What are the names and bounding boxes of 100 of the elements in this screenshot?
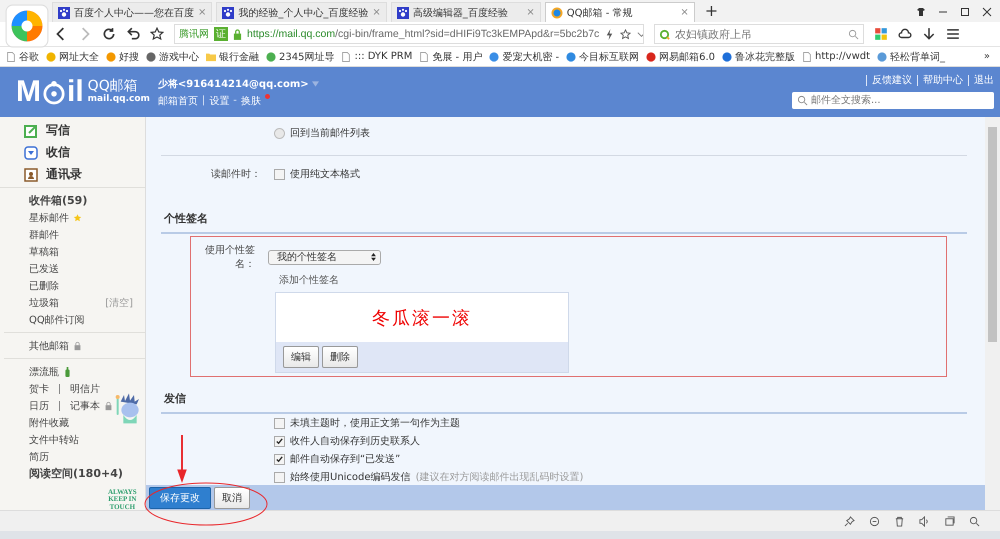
bookmark-item[interactable]: 免展 - 用户 [419, 50, 482, 64]
close-icon[interactable] [982, 7, 992, 17]
nav-link[interactable]: 换肤 [240, 94, 261, 108]
folder-link[interactable]: 草稿箱 [29, 244, 59, 258]
folder-link[interactable]: 已删除 [29, 278, 59, 292]
cloud-icon[interactable] [898, 27, 912, 41]
signature-button[interactable]: 编辑 [283, 346, 319, 368]
bookmark-item[interactable]: 鲁冰花完整版 [722, 50, 796, 64]
bookmark-item[interactable]: 谷歌 [6, 50, 39, 64]
folder-link[interactable]: 群邮件 [29, 228, 59, 242]
browser-tab[interactable]: 百度个人中心——您在百度 × [52, 2, 212, 22]
undo-icon[interactable] [126, 27, 140, 41]
browser-tab[interactable]: 高级编辑器_百度经验 × [390, 2, 541, 22]
star-icon[interactable] [150, 27, 164, 41]
folder-icon [206, 52, 216, 62]
bookmark-item[interactable]: 今目标互联网 [566, 50, 640, 64]
browser-logo-icon[interactable] [5, 4, 49, 48]
nav-link[interactable]: 邮箱首页 [158, 94, 198, 108]
bookmark-item[interactable]: 网址大全 [46, 50, 99, 64]
bookmark-item[interactable]: 2345网址导 [266, 50, 334, 64]
bookmark-item[interactable]: 游戏中心 [146, 50, 199, 64]
signature-button[interactable]: 删除 [322, 346, 358, 368]
app-link[interactable]: 漂流瓶 [29, 364, 59, 378]
site-icon [646, 52, 656, 62]
inbox-icon [24, 146, 38, 160]
browser-tab[interactable]: QQ邮箱 - 常规 × [544, 2, 695, 22]
page-icon [419, 52, 430, 62]
bookmark-item[interactable]: http://vwdt [802, 51, 870, 62]
star-icon[interactable] [620, 28, 632, 40]
cancel-button[interactable]: 取消 [214, 486, 250, 508]
folder-link[interactable]: 其他邮箱 [29, 338, 69, 352]
save-button[interactable]: 保存更改 [149, 486, 211, 508]
app-link[interactable]: 记事本 [70, 398, 100, 412]
app-link[interactable]: 贺卡 [29, 382, 49, 396]
folder-link[interactable]: 收件箱(59) [29, 193, 88, 208]
bookmark-item[interactable]: 轻松背单词_ [877, 50, 946, 64]
header-link[interactable]: 退出 [968, 75, 994, 86]
checkbox[interactable] [274, 454, 285, 464]
maximize-icon[interactable] [960, 7, 970, 17]
bookmark-item[interactable]: 银行金融 [206, 50, 259, 64]
shirt-icon[interactable] [916, 7, 926, 17]
option-label: 使用纯文本格式 [290, 168, 360, 181]
new-tab-button[interactable]: + [704, 1, 718, 20]
site-label: 腾讯网 [179, 28, 209, 41]
sidebar-action[interactable]: 通讯录 [24, 166, 145, 183]
scrollbar-thumb[interactable] [988, 127, 997, 342]
close-tab-button[interactable]: × [680, 7, 689, 18]
checkbox[interactable] [274, 472, 285, 482]
site-icon [489, 52, 500, 62]
site-icon [722, 52, 732, 62]
speaker-icon[interactable] [919, 516, 930, 526]
bookmark-item[interactable]: ::: DYK PRM [341, 51, 412, 62]
download-icon[interactable] [922, 27, 936, 41]
mail-logo-icon [550, 6, 563, 18]
app-link[interactable]: 文件中转站 [29, 432, 79, 446]
paw-icon [58, 6, 70, 18]
search-icon[interactable] [848, 28, 859, 40]
app-link[interactable]: 附件收藏 [29, 416, 69, 430]
bookmark-item[interactable]: 爱宠大机密 - [489, 50, 560, 64]
apps-icon[interactable] [874, 27, 888, 41]
checkbox[interactable] [274, 168, 285, 180]
folder-link[interactable]: 星标邮件 [29, 210, 69, 224]
star-icon [73, 212, 82, 222]
app-link[interactable]: 日历 [29, 398, 49, 412]
bookmark-item[interactable]: 好搜 [106, 50, 139, 64]
url-text: https://mail.qq.com/cgi-bin/frame_html?sid=dHIFi9Tc3kEMPApd&r=5bc2b7c [247, 28, 600, 40]
nav-link[interactable]: 设置 [209, 94, 230, 108]
folder-link[interactable]: QQ邮件订阅 [29, 312, 85, 326]
user-account[interactable]: 少将<916414214@qq.com> [158, 76, 309, 90]
browser-tab[interactable]: 我的经验_个人中心_百度经验 × [216, 2, 387, 22]
search-field[interactable]: 农妇镇政府上吊 [654, 24, 864, 44]
header-link[interactable]: 反馈建议 [866, 75, 912, 86]
app-link[interactable]: 阅读空间(180+4) [29, 466, 123, 481]
bookmark-label: 好搜 [119, 50, 139, 64]
sidebar-action[interactable]: 收信 [24, 144, 145, 161]
checkbox[interactable] [274, 436, 285, 446]
address-field[interactable]: 腾讯网 证 https://mail.qq.com/cgi-bin/frame_html?sid=dHIFi9Tc3kEMPApd&r=5bc2b7c [174, 24, 644, 44]
mail-search-field[interactable]: 邮件全文搜索... [792, 92, 994, 109]
folder-link[interactable]: 已发送 [29, 262, 59, 276]
more-bookmarks-button[interactable]: » [984, 51, 1000, 62]
bottle-icon [63, 366, 72, 376]
app-link[interactable]: 明信片 [70, 382, 100, 396]
page-icon [6, 52, 16, 62]
mail-logo-text: M [16, 77, 41, 107]
folder-link[interactable]: 垃圾箱 [29, 296, 59, 310]
header-link[interactable]: 帮助中心 [917, 75, 963, 86]
reload-icon[interactable] [102, 27, 116, 41]
radio-button[interactable] [274, 128, 285, 138]
section-heading: 发信 [162, 391, 187, 407]
menu-icon[interactable] [946, 27, 960, 41]
window-icon[interactable] [944, 516, 955, 526]
bookmark-item[interactable]: 网易邮箱6.0 [646, 50, 716, 64]
checkbox[interactable] [274, 418, 285, 428]
pin-icon[interactable] [844, 516, 855, 526]
add-signature-link[interactable]: 添加个性签名 [279, 273, 339, 287]
zoom-icon[interactable] [969, 516, 980, 526]
trash-icon[interactable] [894, 516, 905, 526]
app-link[interactable]: 简历 [29, 450, 49, 464]
signature-select[interactable]: 我的个性签名 [268, 250, 381, 264]
sidebar-action[interactable]: 写信 [24, 122, 145, 139]
